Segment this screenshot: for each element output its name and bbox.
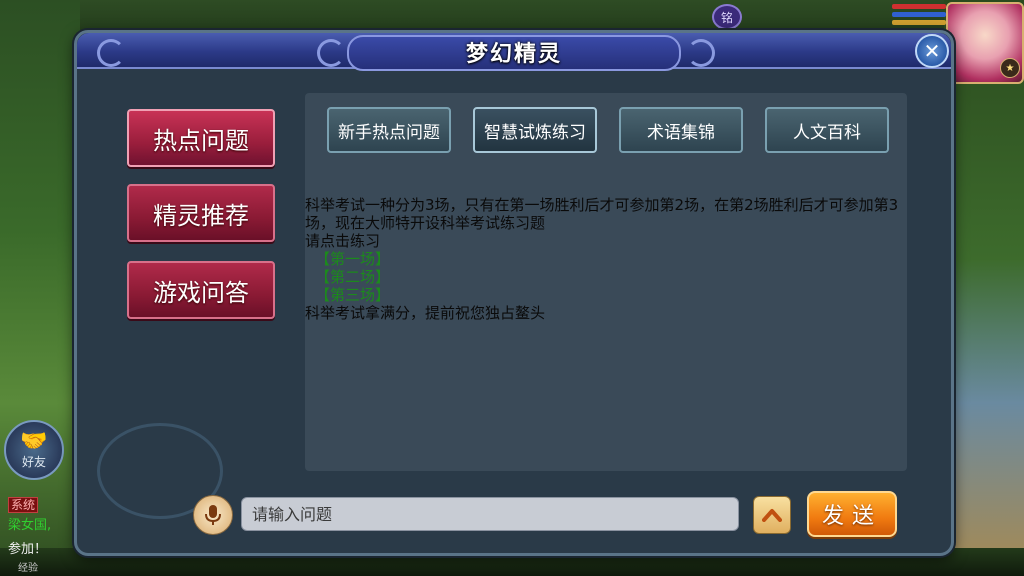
menu-hot-questions[interactable]: 热点问题 [127, 109, 275, 167]
voice-button[interactable] [193, 495, 233, 535]
dialog-titlebar: 梦幻精灵 ✕ [77, 33, 951, 71]
avatar-level-badge: ★ [1000, 58, 1020, 78]
menu-sprite-recommend[interactable]: 精灵推荐 [127, 184, 275, 242]
dialog-title: 梦幻精灵 [465, 42, 562, 67]
expand-button[interactable] [753, 496, 791, 534]
content-closing: 科举考试拿满分，提前祝您独占鳌头 [305, 304, 546, 322]
content-panel: 新手热点问题 智慧试炼练习 术语集锦 人文百科 科举考试一种分为3场，只有在第一… [305, 93, 907, 471]
send-button[interactable]: 发送 [807, 491, 897, 537]
mp-bar [892, 12, 946, 17]
sprite-dialog: 梦幻精灵 ✕ 热点问题 精灵推荐 游戏问答 新手热点问题 智慧试炼练习 术语集锦… [74, 30, 954, 556]
tab-wisdom-practice[interactable]: 智慧试炼练习 [473, 107, 597, 153]
content-text: 科举考试一种分为3场，只有在第一场胜利后才可参加第2场，在第2场胜利后才可参加第… [305, 196, 905, 322]
map-badge[interactable]: 铭 [712, 4, 742, 30]
hp-bar [892, 4, 946, 9]
exp-bar [892, 20, 946, 25]
scene-left [0, 0, 80, 576]
tab-encyclopedia[interactable]: 人文百科 [765, 107, 889, 153]
link-round-3[interactable]: 【第三场】 [305, 286, 905, 304]
chat-line-3: 参加！ [8, 542, 48, 557]
content-prompt: 请点击练习 [305, 232, 381, 250]
scene-right [944, 0, 1024, 576]
friend-label: 好友 [21, 454, 46, 469]
tab-newbie-hot[interactable]: 新手热点问题 [327, 107, 451, 153]
chat-line-2: 梁女国, [8, 518, 52, 533]
friend-button[interactable]: 🤝 好友 [4, 420, 64, 480]
handshake-icon: 🤝 [20, 428, 48, 454]
exp-label: 经验 [18, 563, 38, 574]
menu-game-qa[interactable]: 游戏问答 [127, 261, 275, 319]
scene-top [80, 0, 944, 32]
microphone-icon [205, 505, 221, 525]
status-bars [892, 4, 946, 28]
chat-line-1: 系统 [8, 496, 39, 513]
tab-glossary[interactable]: 术语集锦 [619, 107, 743, 153]
question-input[interactable] [241, 497, 739, 531]
link-round-2[interactable]: 【第二场】 [305, 268, 905, 286]
close-icon: ✕ [923, 39, 941, 63]
chevron-up-icon [762, 509, 782, 522]
system-tag: 系统 [8, 497, 39, 513]
link-round-1[interactable]: 【第一场】 [305, 250, 905, 268]
close-button[interactable]: ✕ [915, 34, 949, 68]
content-paragraph: 科举考试一种分为3场，只有在第一场胜利后才可参加第2场，在第2场胜利后才可参加第… [305, 196, 899, 232]
